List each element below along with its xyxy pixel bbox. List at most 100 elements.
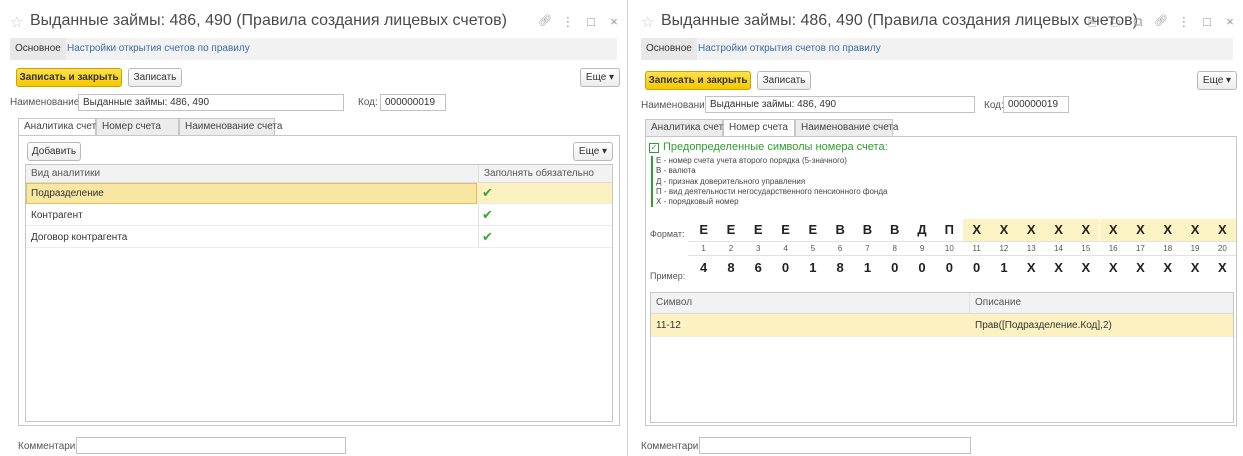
tab-account-name[interactable]: Наименование счета — [795, 119, 898, 137]
position-index: 18 — [1163, 244, 1173, 253]
comment-field[interactable] — [699, 437, 971, 454]
tab-account-analytics[interactable]: Аналитика счета — [18, 118, 102, 136]
more-table-button[interactable]: Еще ▾ — [573, 142, 613, 161]
column-header-symbol[interactable]: Символ — [656, 297, 692, 308]
link-icon[interactable]: 🔗︎ — [538, 14, 552, 30]
preview-icon[interactable]: ⧉ — [1131, 14, 1145, 33]
example-symbol: Х — [1136, 260, 1145, 275]
format-symbol[interactable]: Х — [1181, 219, 1209, 241]
format-symbol[interactable]: Х — [963, 219, 991, 241]
format-symbol[interactable]: П — [936, 219, 963, 241]
position-index: 4 — [783, 244, 788, 253]
add-button[interactable]: Добавить — [27, 142, 81, 161]
table-row[interactable]: Контрагент ✔ — [26, 205, 612, 226]
format-symbol[interactable]: В — [827, 219, 854, 241]
tab-strip: Аналитика счета Номер счета Наименование… — [18, 118, 618, 136]
favorite-star-icon[interactable]: ☆ — [10, 13, 23, 31]
format-symbol[interactable]: Х — [1154, 219, 1182, 241]
predefined-symbols-heading[interactable]: Предопределенные символы номера счета: — [663, 141, 888, 153]
section-bar: Основное Настройки открытия счетов по пр… — [10, 38, 617, 60]
divider — [688, 255, 1236, 256]
format-label: Формат: — [650, 229, 685, 239]
code-field[interactable]: 000000019 — [1003, 96, 1069, 113]
section-account-settings[interactable]: Настройки открытия счетов по правилу — [62, 38, 255, 60]
format-symbol[interactable]: Х — [1017, 219, 1045, 241]
favorite-star-icon[interactable]: ☆ — [641, 13, 654, 31]
legend-item: Е - номер счета учета второго порядка (5… — [656, 156, 847, 165]
comment-field[interactable] — [76, 437, 346, 454]
position-index: 2 — [728, 244, 734, 253]
right-titlebar: ☆ Выданные займы: 486, 490 (Правила созд… — [641, 12, 1237, 34]
example-symbol: 0 — [891, 260, 899, 275]
print-icon[interactable]: ⎙ — [1108, 14, 1122, 33]
position-index: 17 — [1135, 244, 1145, 253]
format-symbol[interactable]: Х — [1044, 219, 1073, 241]
tab-account-name[interactable]: Наименование счета — [179, 118, 282, 136]
example-symbol: Х — [1108, 260, 1118, 275]
format-symbol[interactable]: Е — [772, 219, 799, 241]
cell-analytics-type: Подразделение — [31, 188, 104, 199]
section-main[interactable]: Основное — [10, 38, 66, 60]
column-header-description[interactable]: Описание — [975, 297, 1021, 308]
section-main[interactable]: Основное — [641, 38, 697, 60]
tab-account-analytics[interactable]: Аналитика счета — [645, 119, 729, 137]
code-label: Код: — [358, 97, 378, 108]
table-row[interactable]: 11-12 Прав([Подразделение.Код],2) — [651, 314, 1233, 337]
code-field[interactable]: 000000019 — [380, 94, 446, 111]
more-actions-icon[interactable]: ⋮ — [1177, 14, 1191, 33]
format-symbol[interactable]: Х — [1126, 219, 1155, 241]
close-icon[interactable]: × — [1223, 14, 1237, 33]
format-symbol[interactable]: Е — [690, 219, 717, 241]
link-icon[interactable]: 🔗︎ — [1154, 14, 1168, 33]
format-symbol[interactable]: Е — [799, 219, 826, 241]
column-header-required[interactable]: Заполнять обязательно — [484, 168, 594, 179]
name-field[interactable]: Выданные займы: 486, 490 — [78, 94, 344, 111]
position-index: 19 — [1190, 244, 1200, 253]
maximize-icon[interactable]: □ — [584, 14, 598, 30]
tab-account-number[interactable]: Номер счета — [96, 118, 179, 136]
section-bar: Основное Настройки открытия счетов по пр… — [641, 38, 1233, 60]
format-symbol[interactable]: Х — [990, 219, 1018, 241]
analytics-table: Вид аналитики Заполнять обязательно Подр… — [25, 164, 613, 422]
left-titlebar: ☆ Выданные займы: 486, 490 (Правила созд… — [10, 12, 621, 34]
format-symbol[interactable]: Х — [1072, 219, 1100, 241]
save-and-close-button[interactable]: Записать и закрыть — [16, 68, 122, 87]
format-symbol[interactable]: Е — [717, 219, 744, 241]
example-symbol: 1 — [863, 260, 872, 275]
format-symbol[interactable]: Е — [745, 219, 772, 241]
more-button[interactable]: Еще ▾ — [580, 68, 620, 87]
window-controls: 🗎︎ ⎙ ⧉ 🔗︎ ⋮ □ × — [1085, 14, 1237, 33]
example-symbol: Х — [1026, 260, 1036, 275]
save-and-close-button[interactable]: Записать и закрыть — [645, 71, 751, 90]
position-index: 20 — [1217, 244, 1227, 253]
example-symbol: 6 — [754, 260, 762, 275]
save-button[interactable]: Записать — [757, 71, 811, 90]
name-field[interactable]: Выданные займы: 486, 490 — [705, 96, 975, 113]
required-check-icon[interactable]: ✔ — [482, 185, 493, 201]
required-check-icon[interactable]: ✔ — [482, 207, 493, 223]
position-index: 6 — [837, 244, 843, 253]
format-symbol[interactable]: В — [854, 219, 881, 241]
tab-account-number[interactable]: Номер счета — [723, 119, 795, 137]
close-icon[interactable]: × — [607, 14, 621, 30]
more-button[interactable]: Еще ▾ — [1197, 71, 1237, 90]
example-symbol: Х — [1218, 260, 1227, 275]
required-check-icon[interactable]: ✔ — [482, 229, 493, 245]
maximize-icon[interactable]: □ — [1200, 14, 1214, 33]
collapse-check-icon[interactable]: ✓ — [649, 143, 659, 153]
format-symbol[interactable]: Х — [1208, 219, 1236, 241]
table-row[interactable]: Подразделение ✔ — [26, 183, 612, 204]
example-symbol: 0 — [781, 260, 790, 275]
legend-item: П - вид деятельности негосударственного … — [656, 187, 888, 196]
column-header-analytics-type[interactable]: Вид аналитики — [31, 168, 100, 179]
format-symbol[interactable]: Х — [1099, 219, 1127, 241]
format-symbol[interactable]: В — [881, 219, 908, 241]
save-button[interactable]: Записать — [128, 68, 182, 87]
example-symbol: 1 — [809, 260, 817, 275]
save-document-icon[interactable]: 🗎︎ — [1085, 14, 1099, 33]
table-row[interactable]: Договор контрагента ✔ — [26, 227, 612, 248]
section-account-settings[interactable]: Настройки открытия счетов по правилу — [693, 38, 886, 60]
window-controls: 🔗︎ ⋮ □ × — [538, 14, 621, 30]
more-actions-icon[interactable]: ⋮ — [561, 14, 575, 30]
format-symbol[interactable]: Д — [908, 219, 935, 241]
